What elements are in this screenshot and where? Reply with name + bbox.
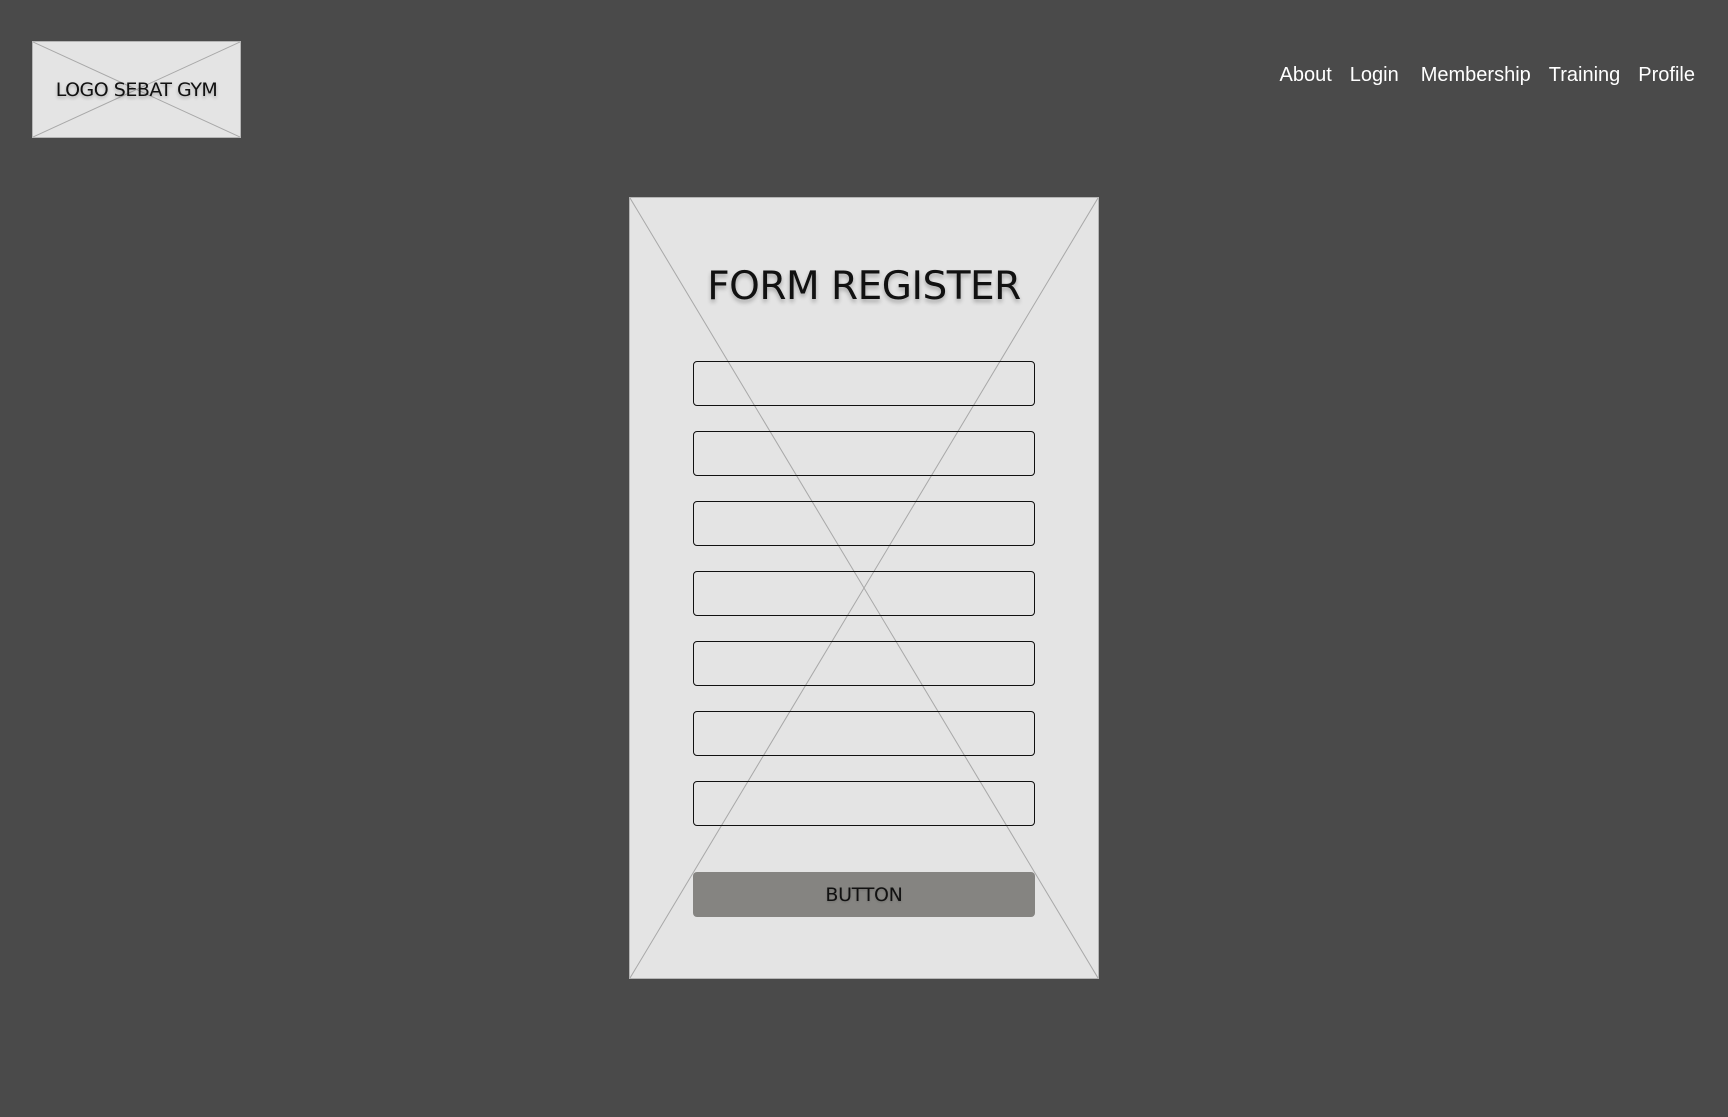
- nav-membership-link[interactable]: Membership: [1421, 64, 1531, 87]
- register-field-2[interactable]: [693, 431, 1035, 476]
- logo-placeholder[interactable]: LOGO SEBAT GYM: [32, 41, 241, 138]
- logo-text: LOGO SEBAT GYM: [55, 78, 218, 101]
- register-field-7[interactable]: [693, 781, 1035, 826]
- register-field-4[interactable]: [693, 571, 1035, 616]
- register-form-card: FORM REGISTER BUTTON: [629, 197, 1099, 979]
- nav-about-link[interactable]: About: [1280, 64, 1332, 87]
- register-field-1[interactable]: [693, 361, 1035, 406]
- nav-profile-link[interactable]: Profile: [1638, 64, 1695, 87]
- form-title: FORM REGISTER: [707, 264, 1021, 309]
- nav-login-link[interactable]: Login: [1350, 64, 1399, 87]
- main-nav: About Login Membership Training Profile: [1280, 64, 1695, 87]
- register-field-5[interactable]: [693, 641, 1035, 686]
- register-field-6[interactable]: [693, 711, 1035, 756]
- nav-training-link[interactable]: Training: [1549, 64, 1621, 87]
- submit-button[interactable]: BUTTON: [693, 872, 1035, 917]
- register-field-3[interactable]: [693, 501, 1035, 546]
